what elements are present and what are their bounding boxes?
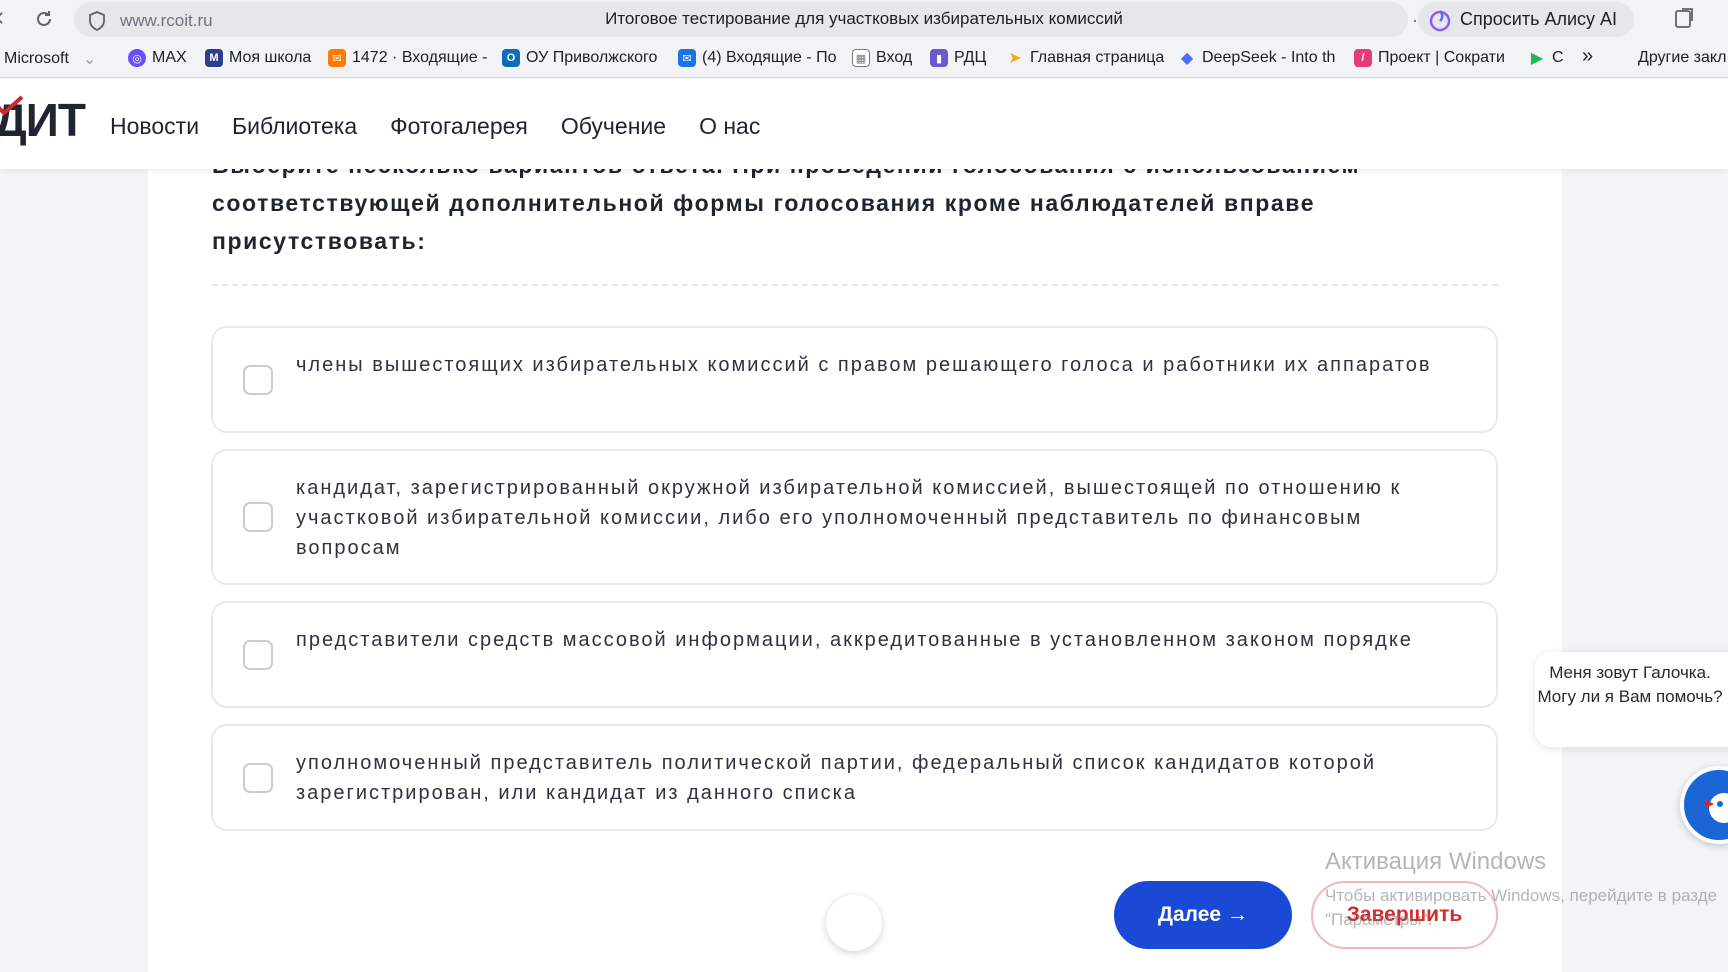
nav-education[interactable]: Обучение	[561, 113, 666, 140]
more-bookmarks-button[interactable]: »	[1582, 45, 1593, 68]
reload-button[interactable]	[32, 7, 56, 31]
answer-checkbox-4[interactable]	[243, 763, 273, 793]
bookmark-ou-privolzhsky[interactable]: O ОУ Приволжского	[502, 49, 657, 67]
divider	[212, 284, 1498, 286]
address-bar[interactable]: www.rcoit.ru ···	[74, 2, 1465, 37]
bird-mascot-icon	[1706, 793, 1728, 823]
question-line-3: присутствовать:	[212, 228, 427, 254]
answer-checkbox-2[interactable]	[243, 502, 273, 532]
shield-icon	[89, 11, 105, 31]
rdc-icon: ▮	[930, 49, 948, 67]
send-icon: ➤	[1008, 50, 1022, 67]
answer-checkbox-1[interactable]	[243, 365, 273, 395]
bookmark-max[interactable]: ◎ MAX	[128, 49, 187, 67]
answer-option-2[interactable]: кандидат, зарегистрированный окружной из…	[211, 449, 1498, 585]
bookmark-rdc[interactable]: ▮ РДЦ	[930, 49, 986, 67]
other-bookmarks[interactable]: Другие закл	[1638, 49, 1726, 67]
chevron-down-icon[interactable]: ⌄	[83, 49, 96, 69]
bookmark-c[interactable]: ▶ С	[1528, 49, 1564, 67]
reload-icon	[37, 11, 51, 26]
bookmark-deepseek[interactable]: ◆ DeepSeek - Into th	[1178, 49, 1336, 67]
bookmark-inbox[interactable]: ✉ (4) Входящие - По	[678, 49, 836, 67]
next-button[interactable]: Далее →	[1114, 881, 1292, 949]
scroll-up-button[interactable]	[826, 895, 882, 951]
ask-alice-button[interactable]: Спросить Алису AI	[1418, 2, 1634, 37]
play-icon: ▶	[1530, 50, 1544, 67]
question-line-2: соответствующей дополнительной формы гол…	[212, 190, 1316, 216]
answer-checkbox-3[interactable]	[243, 640, 273, 670]
site-header: ДИТ Новости Библиотека Фотогалерея Обуче…	[0, 79, 1728, 169]
bookmark-glavnaya[interactable]: ➤ Главная страница	[1006, 49, 1164, 67]
checkmark-icon	[0, 95, 24, 116]
ask-alice-label: Спросить Алису AI	[1460, 9, 1618, 29]
max-icon: ◎	[128, 49, 146, 67]
answer-text-4: уполномоченный представитель политическо…	[296, 752, 1377, 804]
chat-bubble[interactable]: Меня зовут Галочка. Могу ли я Вам помочь…	[1535, 652, 1728, 747]
inbox-icon: ✉	[678, 49, 696, 67]
nav-library[interactable]: Библиотека	[232, 113, 357, 140]
bookmark-microsoft[interactable]: Microsoft ⌄	[4, 49, 96, 69]
alice-icon	[1429, 9, 1451, 31]
nav-photo-gallery[interactable]: Фотогалерея	[390, 113, 528, 140]
extensions-icon[interactable]	[1672, 7, 1696, 31]
back-arrow-icon[interactable]	[0, 12, 4, 24]
answer-text-3: представители средств массовой информаци…	[296, 629, 1413, 651]
bookmark-mail-1472[interactable]: ✉ 1472 · Входящие -	[328, 49, 487, 67]
bookmark-vhod[interactable]: ▦ Вход	[852, 49, 912, 67]
finish-button[interactable]: Завершить	[1311, 881, 1498, 949]
url-text: www.rcoit.ru	[120, 11, 213, 30]
answer-option-3[interactable]: представители средств массовой информаци…	[211, 601, 1498, 708]
answer-option-4[interactable]: уполномоченный представитель политическо…	[211, 724, 1498, 831]
nav-news[interactable]: Новости	[110, 113, 199, 140]
main-nav: Новости Библиотека Фотогалерея Обучение …	[110, 113, 760, 140]
mail-icon: ✉	[328, 49, 346, 67]
browser-toolbar: www.rcoit.ru ··· Итоговое тестирование д…	[0, 0, 1728, 37]
moya-shkola-icon: M	[205, 49, 223, 67]
bookmark-moya-shkola[interactable]: M Моя школа	[205, 49, 311, 67]
answer-text-2: кандидат, зарегистрированный окружной из…	[296, 477, 1402, 559]
project-icon: /	[1354, 49, 1372, 67]
bookmark-proekt[interactable]: / Проект | Сократи	[1354, 49, 1505, 67]
answer-option-1[interactable]: члены вышестоящих избирательных комиссий…	[211, 326, 1498, 433]
deepseek-icon: ◆	[1180, 50, 1194, 67]
nav-about[interactable]: О нас	[699, 113, 760, 140]
chat-assistant-button[interactable]	[1680, 766, 1728, 844]
answer-text-1: члены вышестоящих избирательных комиссий…	[296, 354, 1432, 376]
grid-icon: ▦	[852, 49, 870, 67]
outlook-icon: O	[502, 49, 520, 67]
bookmarks-bar: Microsoft ⌄ ◎ MAX M Моя школа ✉ 1472 · В…	[0, 37, 1728, 78]
